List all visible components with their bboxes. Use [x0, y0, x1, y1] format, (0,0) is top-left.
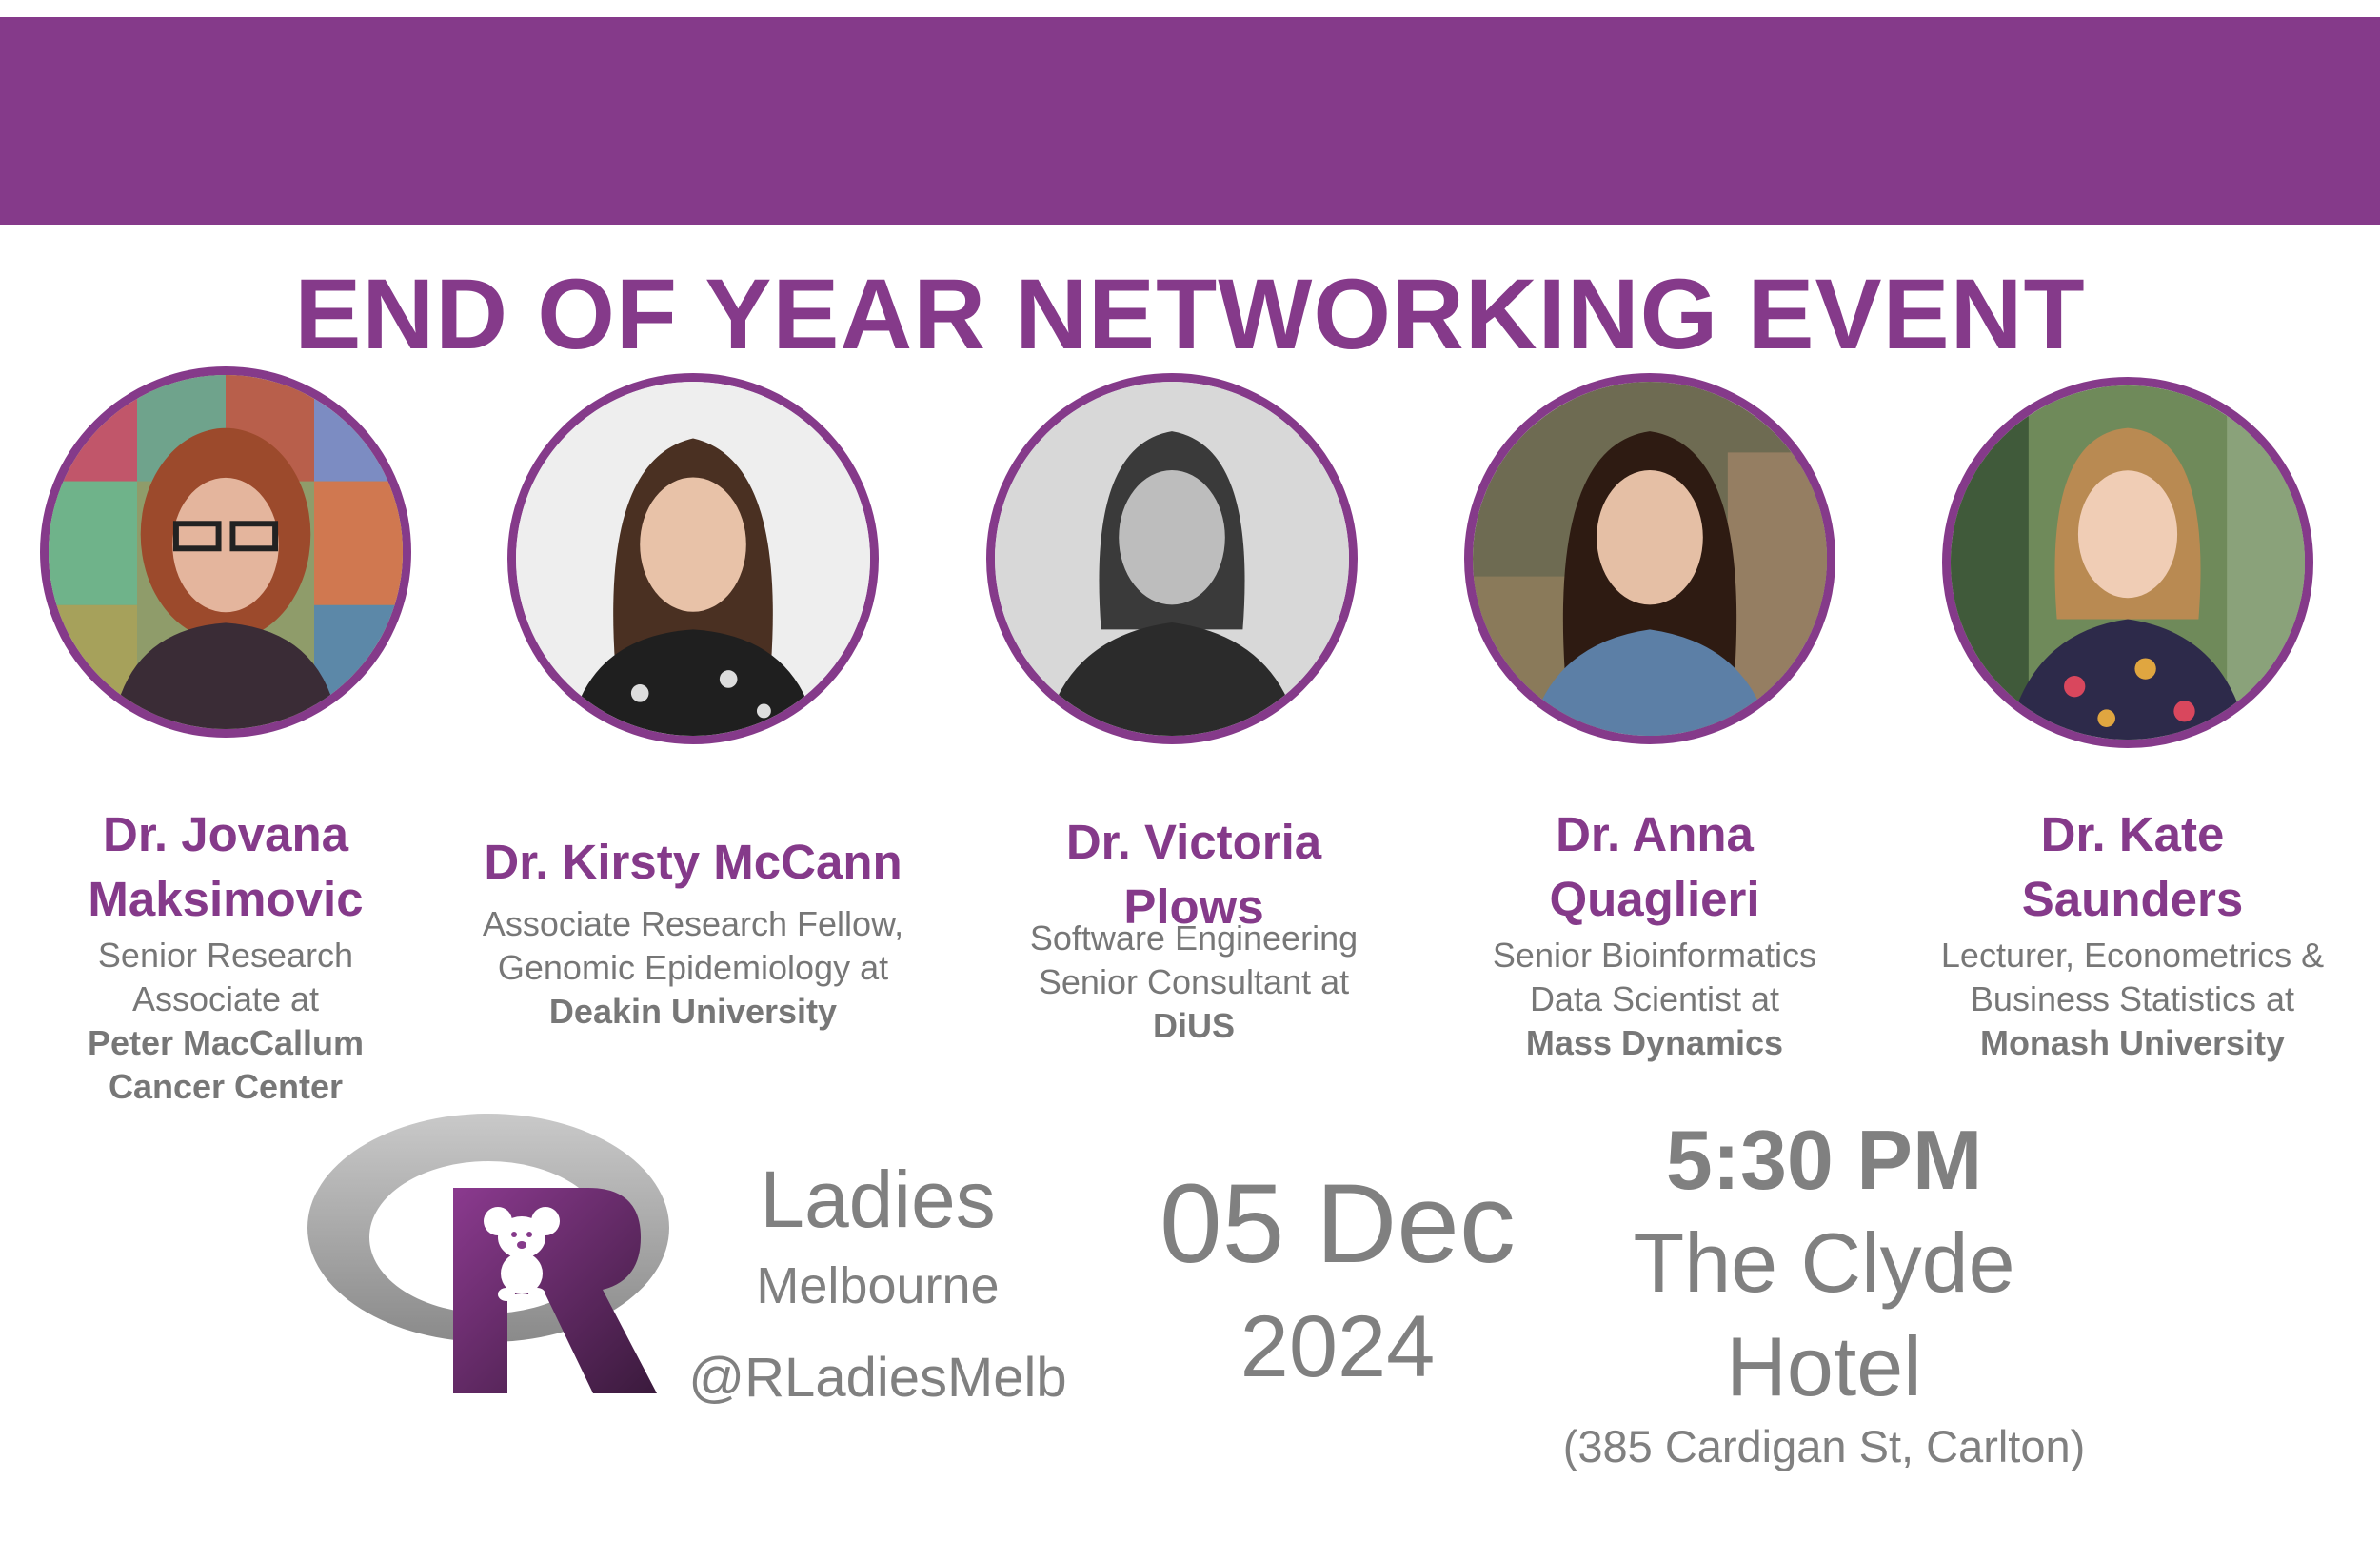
speaker-organization: Mass Dynamics — [1525, 1023, 1784, 1062]
speaker-photo-victoria — [986, 373, 1358, 744]
speaker-photo-kirsty — [507, 373, 879, 744]
speaker-role: Lecturer, Econometrics & Business Statis… — [1940, 936, 2325, 1018]
speaker-card-kirsty: Dr. Kirsty McCann Associate Research Fel… — [455, 830, 931, 1034]
brand-city: Melbourne — [756, 1257, 1000, 1314]
event-venue-line2: Hotel — [1726, 1319, 1922, 1413]
event-time: 5:30 PM — [1665, 1113, 1983, 1207]
speaker-photo-anna — [1464, 373, 1835, 744]
speaker-photo-kate — [1942, 377, 2313, 748]
speaker-name: Dr. Kate Saunders — [2021, 807, 2244, 926]
speaker-name: Dr. Jovana Maksimovic — [88, 807, 364, 926]
speaker-organization: Monash University — [1979, 1023, 2286, 1062]
speaker-name: Dr. Anna Quaglieri — [1549, 807, 1760, 926]
speaker-card-kate: Dr. Kate Saunders Lecturer, Econometrics … — [1894, 802, 2370, 1065]
brand-ladies: Ladies — [760, 1155, 996, 1244]
brand-handle: @RLadiesMelb — [688, 1347, 1067, 1409]
speaker-organization: Deakin University — [548, 992, 838, 1031]
speaker-role: Software Engineering Senior Consultant a… — [1029, 918, 1359, 1001]
event-address: (385 Cardigan St, Carlton) — [1562, 1421, 2086, 1471]
speaker-card-victoria: Dr. Victoria Plows Software Engineering S… — [956, 810, 1432, 1048]
speaker-organization: DiUS — [1152, 1006, 1235, 1045]
top-banner — [0, 17, 2380, 225]
speaker-role: Associate Research Fellow, Genomic Epide… — [482, 904, 904, 987]
event-date: 05 Dec — [1160, 1161, 1516, 1287]
event-title: END OF YEAR NETWORKING EVENT — [294, 259, 2086, 370]
speaker-role: Senior Bioinformatics Data Scientist at — [1492, 936, 1817, 1018]
speaker-organization: Peter MacCallum Cancer Center — [87, 1023, 365, 1106]
speaker-card-jovana: Dr. Jovana Maksimovic Senior Research Ass… — [0, 802, 464, 1109]
event-venue-line1: The Clyde — [1633, 1215, 2015, 1310]
speaker-role: Senior Research Associate at — [97, 936, 354, 1018]
speaker-card-anna: Dr. Anna Quaglieri Senior Bioinformatics … — [1417, 802, 1893, 1065]
event-year: 2024 — [1240, 1298, 1436, 1395]
r-ladies-koala-logo — [303, 1104, 674, 1399]
speaker-photo-jovana — [40, 366, 411, 738]
speaker-name: Dr. Kirsty McCann — [484, 835, 902, 889]
